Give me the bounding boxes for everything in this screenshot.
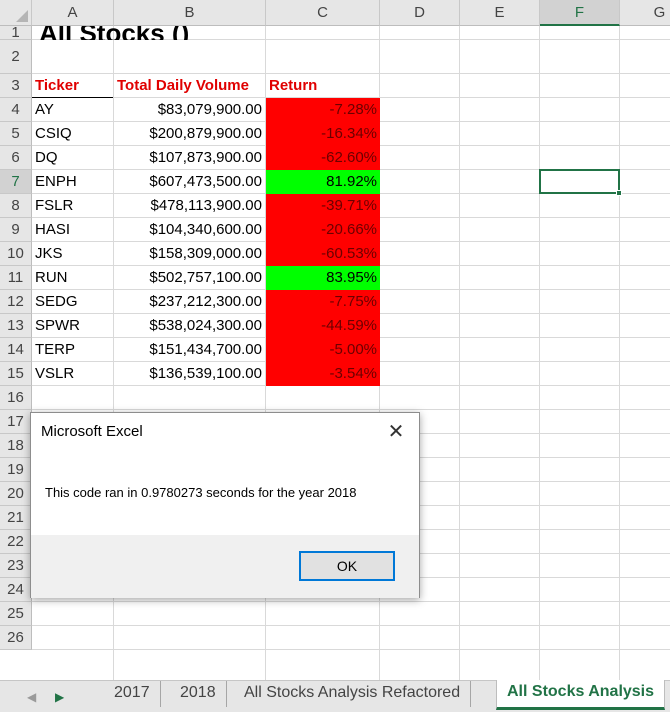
return-cell[interactable]: -44.59% — [266, 314, 380, 338]
row-header-24[interactable]: 24 — [0, 578, 32, 602]
sheet-tab[interactable]: 2017 — [104, 681, 161, 707]
gridline-vertical — [619, 26, 620, 680]
row-header-17[interactable]: 17 — [0, 410, 32, 434]
sheet-tab[interactable]: All Stocks Analysis — [496, 680, 666, 710]
row-header-13[interactable]: 13 — [0, 314, 32, 338]
gridline-vertical — [539, 26, 540, 680]
volume-cell[interactable]: $136,539,100.00 — [114, 362, 265, 386]
volume-cell[interactable]: $478,113,900.00 — [114, 194, 265, 218]
column-header-e[interactable]: E — [460, 0, 540, 26]
ticker-cell[interactable]: FSLR — [32, 194, 113, 218]
select-all-corner[interactable] — [0, 0, 32, 26]
row-header-16[interactable]: 16 — [0, 386, 32, 410]
volume-cell[interactable]: $200,879,900.00 — [114, 122, 265, 146]
chevron-right-icon[interactable]: ▶ — [55, 690, 64, 704]
row-header-11[interactable]: 11 — [0, 266, 32, 290]
sheet-tab[interactable]: 2018 — [170, 681, 227, 707]
row-header-6[interactable]: 6 — [0, 146, 32, 170]
dialog-message: This code ran in 0.9780273 seconds for t… — [45, 485, 357, 500]
message-dialog: Microsoft Excel ✕ This code ran in 0.978… — [30, 412, 420, 598]
row-header-23[interactable]: 23 — [0, 554, 32, 578]
gridline-horizontal — [32, 601, 670, 602]
volume-cell[interactable]: $538,024,300.00 — [114, 314, 265, 338]
row-header-19[interactable]: 19 — [0, 458, 32, 482]
return-cell[interactable]: -3.54% — [266, 362, 380, 386]
row-header-1[interactable]: 1 — [0, 25, 32, 40]
ticker-header[interactable]: Ticker — [32, 74, 113, 98]
ticker-cell[interactable]: HASI — [32, 218, 113, 242]
row-header-18[interactable]: 18 — [0, 434, 32, 458]
ticker-cell[interactable]: VSLR — [32, 362, 113, 386]
volume-cell[interactable]: $107,873,900.00 — [114, 146, 265, 170]
column-header-f[interactable]: F — [540, 0, 620, 26]
chevron-left-icon[interactable]: ◀ — [27, 690, 36, 704]
row-header-20[interactable]: 20 — [0, 482, 32, 506]
row-header-22[interactable]: 22 — [0, 530, 32, 554]
column-header-d[interactable]: D — [380, 0, 460, 26]
row-header-8[interactable]: 8 — [0, 194, 32, 218]
return-cell[interactable]: -16.34% — [266, 122, 380, 146]
volume-cell[interactable]: $151,434,700.00 — [114, 338, 265, 362]
row-header-14[interactable]: 14 — [0, 338, 32, 362]
row-header-21[interactable]: 21 — [0, 506, 32, 530]
volume-cell[interactable]: $83,079,900.00 — [114, 98, 265, 122]
return-cell[interactable]: 81.92% — [266, 170, 380, 194]
column-header-a[interactable]: A — [32, 0, 114, 26]
volume-cell[interactable]: $607,473,500.00 — [114, 170, 265, 194]
volume-cell[interactable]: $502,757,100.00 — [114, 266, 265, 290]
ticker-cell[interactable]: SEDG — [32, 290, 113, 314]
column-header-b[interactable]: B — [114, 0, 266, 26]
ok-button[interactable]: OK — [299, 551, 395, 581]
return-cell[interactable]: -7.75% — [266, 290, 380, 314]
ticker-cell[interactable]: JKS — [32, 242, 113, 266]
ticker-cell[interactable]: AY — [32, 98, 113, 122]
sheet-title[interactable]: All Stocks () — [36, 26, 336, 40]
fill-handle[interactable] — [616, 190, 622, 196]
row-header-15[interactable]: 15 — [0, 362, 32, 386]
dialog-title: Microsoft Excel — [41, 423, 143, 440]
volume-header[interactable]: Total Daily Volume — [114, 74, 265, 98]
gridline-horizontal — [32, 649, 670, 650]
row-header-12[interactable]: 12 — [0, 290, 32, 314]
row-header-7[interactable]: 7 — [0, 170, 32, 194]
dialog-footer: OK — [31, 535, 419, 598]
row-header-10[interactable]: 10 — [0, 242, 32, 266]
return-cell[interactable]: -39.71% — [266, 194, 380, 218]
return-cell[interactable]: -5.00% — [266, 338, 380, 362]
row-header-5[interactable]: 5 — [0, 122, 32, 146]
return-cell[interactable]: -60.53% — [266, 242, 380, 266]
ticker-cell[interactable]: TERP — [32, 338, 113, 362]
sheet-tab[interactable]: All Stocks Analysis Refactored — [234, 681, 472, 707]
sheet-tab-bar: ◀ ▶ 2017 2018 All Stocks Analysis Refactor… — [0, 680, 670, 712]
column-header-g[interactable]: G — [620, 0, 670, 26]
return-cell[interactable]: -7.28% — [266, 98, 380, 122]
return-header[interactable]: Return — [266, 74, 379, 98]
row-header-25[interactable]: 25 — [0, 602, 32, 626]
active-cell[interactable] — [539, 169, 622, 196]
volume-cell[interactable]: $237,212,300.00 — [114, 290, 265, 314]
row-header-2[interactable]: 2 — [0, 40, 32, 74]
ticker-cell[interactable]: ENPH — [32, 170, 113, 194]
return-cell[interactable]: 83.95% — [266, 266, 380, 290]
ticker-cell[interactable]: CSIQ — [32, 122, 113, 146]
corner-triangle-icon — [16, 10, 28, 22]
ticker-cell[interactable]: RUN — [32, 266, 113, 290]
column-header-c[interactable]: C — [266, 0, 380, 26]
gridline-horizontal — [32, 409, 670, 410]
gridline-horizontal — [32, 625, 670, 626]
return-cell[interactable]: -62.60% — [266, 146, 380, 170]
return-cell[interactable]: -20.66% — [266, 218, 380, 242]
row-header-26[interactable]: 26 — [0, 626, 32, 650]
row-header-4[interactable]: 4 — [0, 98, 32, 122]
gridline-vertical — [459, 26, 460, 680]
row-header-9[interactable]: 9 — [0, 218, 32, 242]
close-icon[interactable]: ✕ — [385, 419, 407, 444]
row-header-3[interactable]: 3 — [0, 74, 32, 98]
volume-cell[interactable]: $104,340,600.00 — [114, 218, 265, 242]
ticker-cell[interactable]: SPWR — [32, 314, 113, 338]
ticker-cell[interactable]: DQ — [32, 146, 113, 170]
volume-cell[interactable]: $158,309,000.00 — [114, 242, 265, 266]
